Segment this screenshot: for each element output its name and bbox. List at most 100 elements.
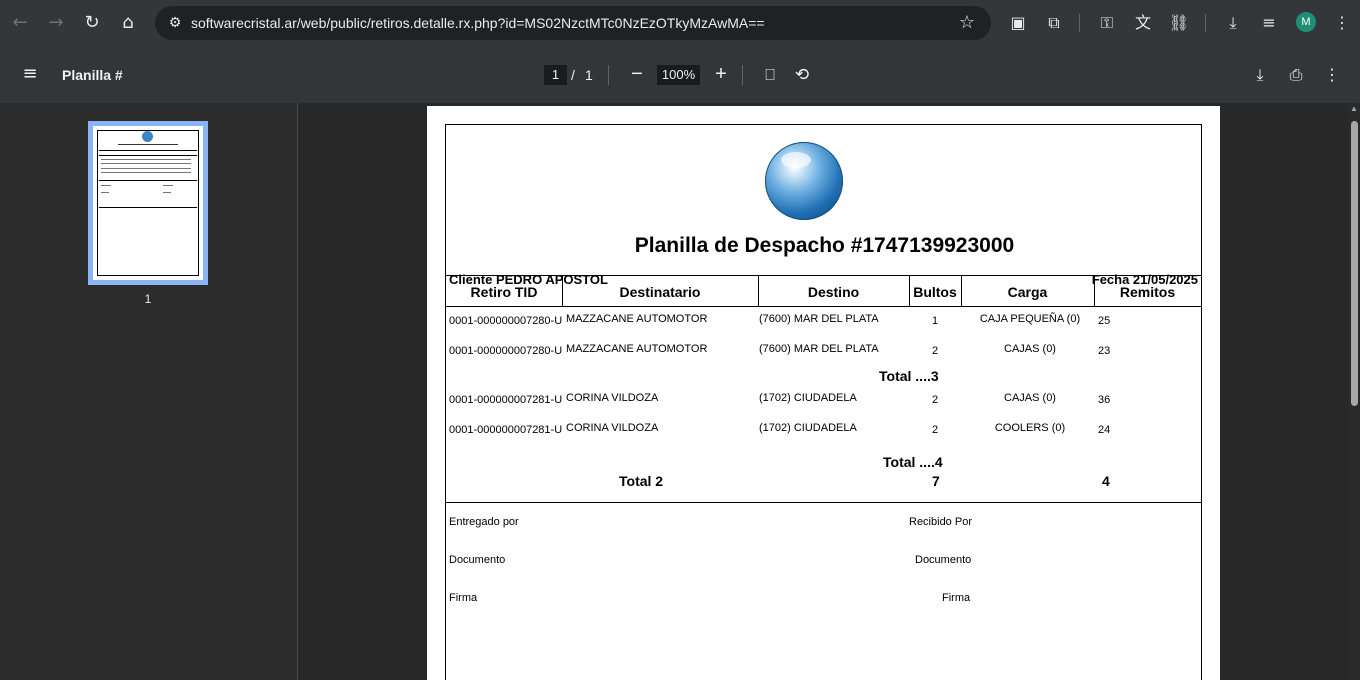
- thumbnail-line: [101, 192, 109, 193]
- cell-remitos: 24: [1098, 424, 1111, 436]
- browser-toolbar: ← → ↻ ⌂ ⚙ softwarecristal.ar/web/public/…: [0, 0, 1360, 46]
- thumbnail-line: [101, 168, 191, 169]
- cell-destinatario: MAZZACANE AUTOMOTOR: [566, 343, 708, 355]
- firma-right-label: Firma: [942, 592, 971, 604]
- table-top-border: [446, 275, 1201, 276]
- signature-section-border: [446, 502, 1201, 503]
- address-bar[interactable]: ⚙ softwarecristal.ar/web/public/retiros.…: [155, 6, 991, 40]
- thumbnail-line: [101, 185, 111, 186]
- profile-avatar[interactable]: M: [1296, 12, 1316, 32]
- thumbnail-logo: [142, 131, 153, 142]
- document-frame: Planilla de Despacho #1747139923000 Clie…: [445, 124, 1202, 680]
- cell-destino: (1702) CIUDADELA: [759, 392, 857, 404]
- column-header-remitos: Remitos: [1119, 284, 1176, 300]
- column-header-destino: Destino: [807, 284, 860, 300]
- cell-carga: COOLERS (0): [994, 422, 1066, 434]
- cell-bultos: 2: [931, 345, 939, 357]
- site-info-icon[interactable]: ⚙: [163, 11, 187, 35]
- password-key-icon[interactable]: ⚿: [1095, 11, 1119, 35]
- home-icon[interactable]: ⌂: [116, 11, 140, 35]
- url-text[interactable]: softwarecristal.ar/web/public/retiros.de…: [191, 15, 765, 31]
- grand-total-remitos: 4: [1102, 473, 1110, 489]
- cell-retiro-tid: 0001-000000007281-U: [449, 424, 563, 436]
- cell-retiro-tid: 0001-000000007280-U: [449, 345, 563, 357]
- cell-destino: (7600) MAR DEL PLATA: [759, 313, 879, 325]
- page-separator: /: [571, 67, 575, 83]
- cell-retiro-tid: 0001-000000007280-U: [449, 315, 563, 327]
- thumbnail-line: [99, 155, 197, 156]
- thumbnail-sidebar: 1: [0, 103, 298, 680]
- thumbnail-line: [101, 159, 191, 160]
- firma-left-label: Firma: [449, 592, 478, 604]
- pdf-toolbar: ≡ Planilla # 1 / 1 − 100% + ⎕ ⟲ ⤓ ⎙ ⋮: [0, 46, 1360, 103]
- pdf-page: Planilla de Despacho #1747139923000 Clie…: [427, 106, 1220, 680]
- thumbnail-line: [99, 150, 197, 151]
- cell-bultos: 2: [931, 394, 939, 406]
- back-icon[interactable]: ←: [8, 11, 32, 35]
- toolbar-divider: [608, 65, 609, 85]
- column-header-destinatario: Destinatario: [619, 284, 701, 300]
- column-header-bultos: Bultos: [913, 284, 957, 300]
- scrollbar-thumb[interactable]: [1351, 121, 1358, 406]
- toolbar-divider: [1079, 14, 1080, 32]
- scroll-up-arrow-icon[interactable]: ▲: [1350, 105, 1358, 113]
- screencast-icon[interactable]: ▣: [1006, 11, 1030, 35]
- thumbnail-line: [99, 180, 197, 181]
- cell-destinatario: CORINA VILDOZA: [566, 392, 659, 404]
- translate-icon[interactable]: 文: [1131, 11, 1155, 35]
- cell-destino: (7600) MAR DEL PLATA: [759, 343, 879, 355]
- documento-right-label: Documento: [915, 554, 972, 566]
- share-link-icon[interactable]: ⛓: [1167, 11, 1191, 35]
- subtotal-group-1: Total ....3: [879, 368, 939, 384]
- toolbar-divider: [1205, 14, 1206, 32]
- pdf-viewer[interactable]: Planilla de Despacho #1747139923000 Clie…: [299, 103, 1348, 680]
- grand-total-label: Total 2: [619, 473, 664, 489]
- pdf-download-icon[interactable]: ⤓: [1248, 63, 1272, 87]
- globe-logo: [765, 142, 843, 220]
- recibido-por-label: Recibido Por: [909, 516, 972, 528]
- media-controls-icon[interactable]: ≡: [1257, 11, 1281, 35]
- bookmark-star-icon[interactable]: ☆: [955, 11, 979, 35]
- documento-left-label: Documento: [449, 554, 506, 566]
- fit-page-icon[interactable]: ⎕: [758, 63, 782, 87]
- thumbnail-page-preview: [93, 126, 203, 280]
- thumbnail-line: [101, 172, 191, 173]
- thumbnail-line: [163, 185, 173, 186]
- thumbnail-page-number: 1: [144, 292, 152, 306]
- cell-remitos: 23: [1098, 345, 1111, 357]
- extensions-icon[interactable]: ⧉: [1042, 11, 1066, 35]
- page-number-input[interactable]: 1: [544, 65, 567, 85]
- downloads-icon[interactable]: ⤓: [1221, 11, 1245, 35]
- cell-destino: (1702) CIUDADELA: [759, 422, 857, 434]
- page-total: 1: [585, 67, 593, 83]
- rotate-icon[interactable]: ⟲: [790, 63, 814, 87]
- thumbnail-line: [163, 192, 171, 193]
- cell-remitos: 25: [1098, 315, 1111, 327]
- reload-icon[interactable]: ↻: [80, 11, 104, 35]
- thumbnail-line: [118, 144, 178, 145]
- subtotal-group-2: Total ....4: [883, 454, 943, 470]
- zoom-in-button[interactable]: +: [709, 63, 733, 87]
- cell-bultos: 2: [931, 424, 939, 436]
- document-heading: Planilla de Despacho #1747139923000: [634, 234, 1015, 257]
- sidebar-toggle-icon[interactable]: ≡: [18, 62, 42, 86]
- cell-bultos: 1: [931, 315, 939, 327]
- cell-carga: CAJAS (0): [1004, 343, 1056, 355]
- document-title: Planilla #: [62, 67, 123, 83]
- forward-icon[interactable]: →: [44, 11, 68, 35]
- zoom-out-button[interactable]: −: [625, 63, 649, 87]
- print-icon[interactable]: ⎙: [1284, 63, 1308, 87]
- viewer-scrollbar[interactable]: ▲: [1348, 103, 1360, 680]
- grand-total-bultos: 7: [932, 473, 940, 489]
- toolbar-divider: [742, 65, 743, 85]
- column-header-carga: Carga: [1007, 284, 1048, 300]
- thumbnail-line: [101, 163, 191, 164]
- zoom-level-input[interactable]: 100%: [657, 65, 700, 85]
- cell-carga: CAJAS (0): [1004, 392, 1056, 404]
- pdf-more-icon[interactable]: ⋮: [1320, 63, 1344, 87]
- cell-retiro-tid: 0001-000000007281-U: [449, 394, 563, 406]
- browser-menu-icon[interactable]: ⋮: [1330, 11, 1354, 35]
- logo-highlight: [781, 152, 811, 168]
- page-thumbnail[interactable]: [88, 121, 208, 285]
- thumbnail-frame: [97, 130, 199, 276]
